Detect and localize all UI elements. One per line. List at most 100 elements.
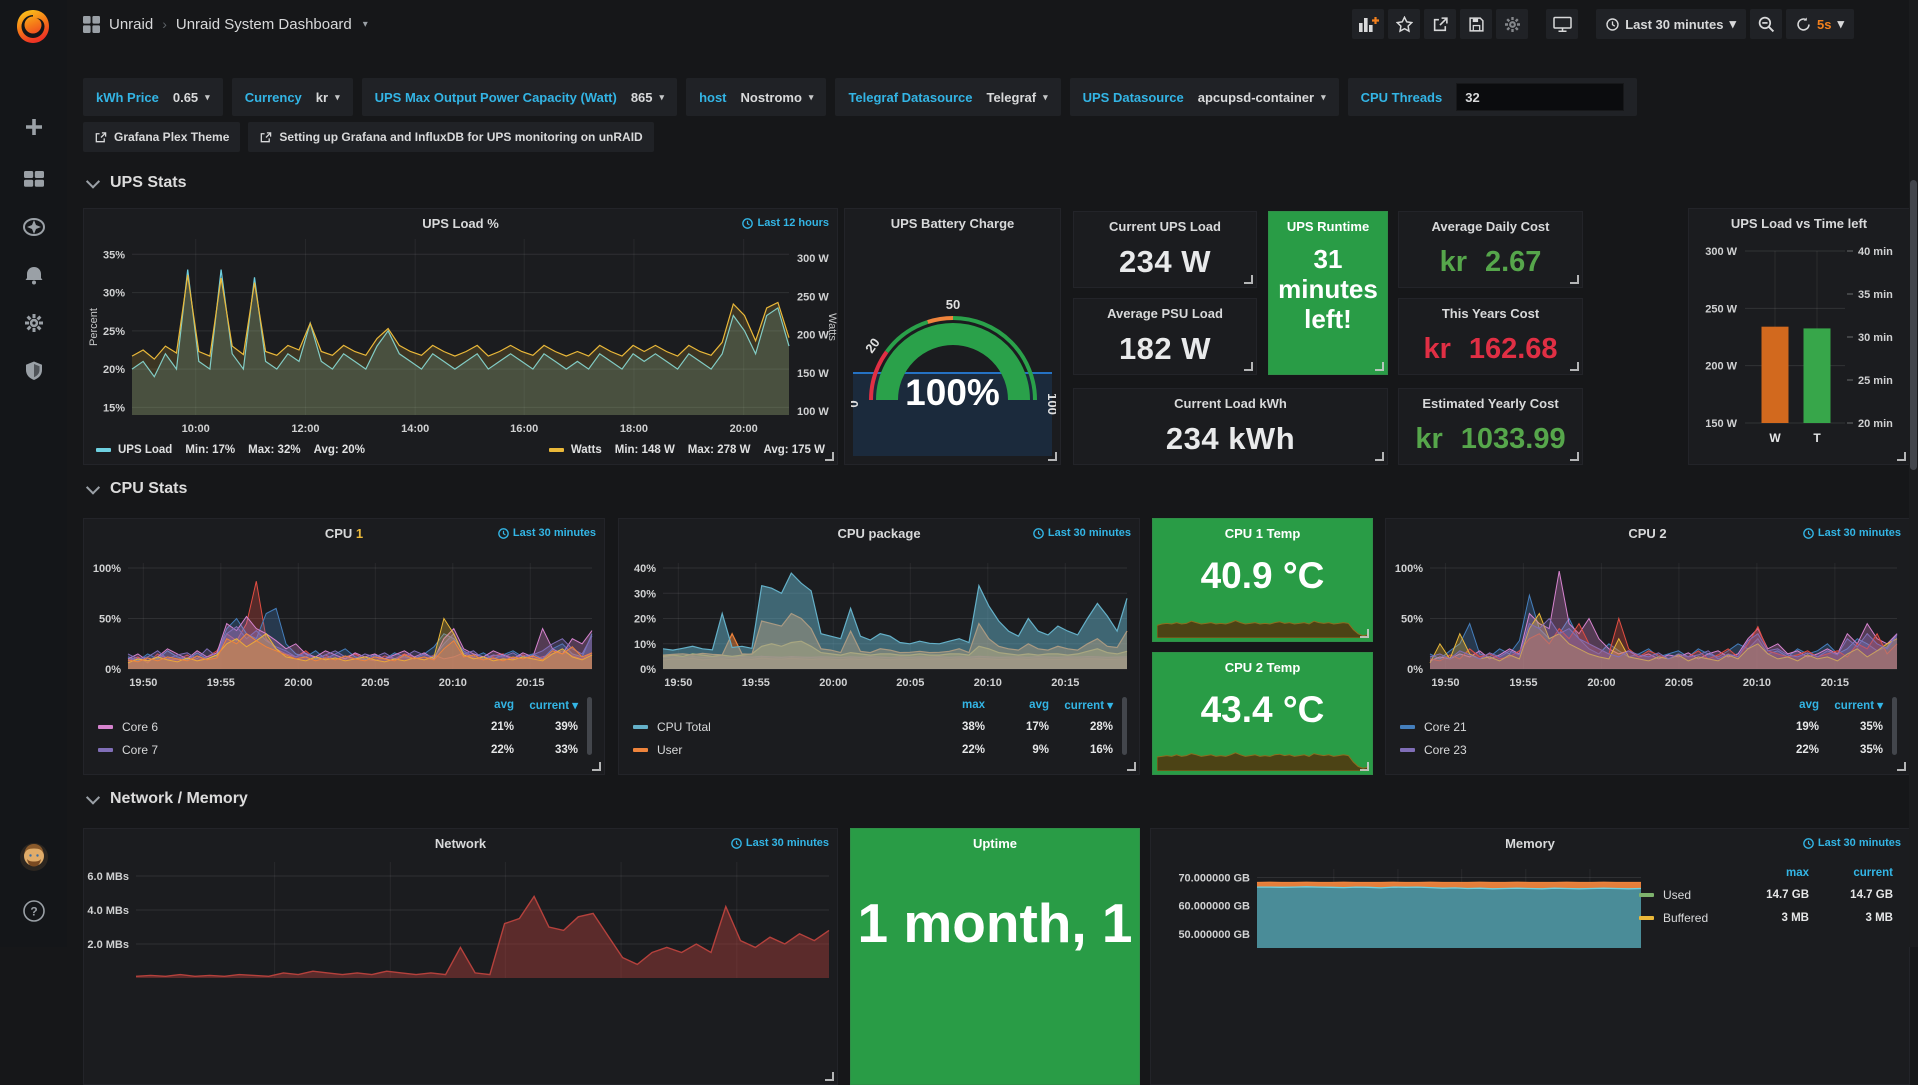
panel-resize-handle[interactable] [1570,362,1579,371]
save-button[interactable] [1460,9,1492,39]
ups-load-timeseries-chart[interactable]: 35%30%25%20%15%300 W250 W200 W150 W100 W… [84,209,837,464]
link-ups-monitoring-guide[interactable]: Setting up Grafana and InfluxDB for UPS … [248,122,653,152]
panel-title[interactable]: UPS Load vs Time left [1689,216,1909,231]
panel-resize-handle[interactable] [592,762,601,771]
sidebar-item-profile[interactable] [17,840,51,874]
sidebar-item-help[interactable]: ? [17,894,51,928]
grafana-logo[interactable] [12,6,54,48]
variable-value-dropdown[interactable]: apcupsd-container▾ [1198,90,1326,105]
panel-resize-handle[interactable] [1375,362,1384,371]
refresh-picker[interactable]: 5s ▾ [1786,9,1854,39]
panel-time-range-link[interactable]: Last 30 minutes [731,837,829,849]
link-grafana-plex-theme[interactable]: Grafana Plex Theme [83,122,240,152]
cycle-view-mode-button[interactable] [1546,9,1578,39]
breadcrumb-app[interactable]: Unraid [109,16,153,33]
time-range-picker[interactable]: Last 30 minutes ▾ [1596,9,1746,39]
panel-title[interactable]: Current UPS Load [1074,219,1256,234]
panel-resize-handle[interactable] [1244,362,1253,371]
panel-title[interactable]: CPU 1 Temp [1153,526,1372,541]
legend-sort-avg[interactable]: avg [985,699,1049,711]
variable-value-dropdown[interactable]: Telegraf▾ [986,90,1047,105]
network-timeseries-chart[interactable]: 6.0 MBs4.0 MBs2.0 MBs [84,829,837,1084]
legend-scrollbar[interactable] [1892,697,1897,755]
sidebar-item-explore[interactable] [17,210,51,244]
panel-title[interactable]: UPS Runtime [1269,219,1387,234]
legend-series-name[interactable]: Core 23 [1400,743,1755,757]
panel-resize-handle[interactable] [1360,762,1369,771]
panel-title[interactable]: Estimated Yearly Cost [1399,396,1582,411]
panel-title[interactable]: Average Daily Cost [1399,219,1582,234]
panel-title[interactable]: CPU 2 Temp [1153,660,1372,675]
section-cpu-stats[interactable]: CPU Stats [88,480,187,498]
panel-time-range-link[interactable]: Last 12 hours [742,217,829,229]
legend-series-name[interactable]: Used [1639,888,1725,902]
panel-resize-handle[interactable] [1127,762,1136,771]
legend-item[interactable]: WattsMin: 148 WMax: 278 WAvg: 175 W [549,444,825,456]
panel-resize-handle[interactable] [1570,275,1579,284]
section-ups-stats[interactable]: UPS Stats [88,174,186,192]
panel-title[interactable]: UPS Battery Charge [845,216,1060,231]
variable-value-dropdown[interactable]: 865▾ [631,90,664,105]
legend-sort-avg[interactable]: avg [1755,699,1819,711]
breadcrumb-dashboard-title[interactable]: Unraid System Dashboard [176,16,352,33]
legend-sort-current[interactable]: current ▾ [514,698,578,712]
chevron-down-icon[interactable]: ▾ [363,19,368,30]
panel-title[interactable]: Memory [1151,836,1909,851]
sidebar-item-create[interactable] [17,110,51,144]
panel-resize-handle[interactable] [1244,275,1253,284]
variable-value-dropdown[interactable]: 0.65▾ [173,90,210,105]
panel-resize-handle[interactable] [1360,629,1369,638]
panel-resize-handle[interactable] [1048,452,1057,461]
legend-sort-current[interactable]: current ▾ [1049,698,1113,712]
sidebar-item-server-admin[interactable] [17,354,51,388]
scrollbar-thumb[interactable] [1910,180,1917,470]
legend-scrollbar[interactable] [587,697,592,755]
panel-time-range-link[interactable]: Last 30 minutes [1033,527,1131,539]
panel-time-range-link[interactable]: Last 30 minutes [1803,527,1901,539]
panel-title[interactable]: This Years Cost [1399,306,1582,321]
zoom-out-button[interactable] [1750,9,1782,39]
panel-resize-handle[interactable] [1897,452,1906,461]
sidebar-item-dashboards[interactable] [17,162,51,196]
dashboard-settings-button[interactable] [1496,9,1528,39]
legend-series-name[interactable]: CPU Total [633,720,921,734]
add-panel-button[interactable] [1352,9,1384,39]
legend-item[interactable]: UPS LoadMin: 17%Max: 32%Avg: 20% [96,444,365,456]
panel-resize-handle[interactable] [825,452,834,461]
legend-sort-avg[interactable]: avg [450,699,514,711]
legend-series-name[interactable]: Buffered [1639,911,1725,925]
section-network-memory[interactable]: Network / Memory [88,790,248,808]
legend-series-name[interactable]: Core 7 [98,743,450,757]
legend-sort-max[interactable]: max [1725,867,1809,879]
panel-title[interactable]: Uptime [851,836,1139,851]
dashboard-grid-icon[interactable] [83,16,100,33]
panel-title[interactable]: UPS Load % [84,216,837,231]
sidebar-item-alerting[interactable] [17,258,51,292]
legend-sort-current[interactable]: current [1809,867,1893,879]
legend-scrollbar[interactable] [1122,697,1127,755]
compass-icon [23,216,45,238]
legend-sort-max[interactable]: max [921,699,985,711]
panel-title[interactable]: Average PSU Load [1074,306,1256,321]
panel-title[interactable]: Current Load kWh [1074,396,1387,411]
variable-value-dropdown[interactable]: kr▾ [316,90,340,105]
cpu-threads-input[interactable] [1456,83,1624,111]
panel-time-range-link[interactable]: Last 30 minutes [498,527,596,539]
panel-title[interactable]: Network [84,836,837,851]
page-scrollbar[interactable] [1909,0,1918,947]
star-button[interactable] [1388,9,1420,39]
svg-text:25%: 25% [103,326,125,338]
panel-resize-handle[interactable] [1375,452,1384,461]
variable-value-dropdown[interactable]: Nostromo▾ [741,90,814,105]
legend-sort-current[interactable]: current ▾ [1819,698,1883,712]
sidebar-item-configuration[interactable] [17,306,51,340]
panel-resize-handle[interactable] [1570,452,1579,461]
panel-resize-handle[interactable] [1897,762,1906,771]
panel-time-range-link[interactable]: Last 30 minutes [1803,837,1901,849]
legend-series-name[interactable]: Core 21 [1400,720,1755,734]
svg-text:10:00: 10:00 [182,423,210,435]
share-button[interactable] [1424,9,1456,39]
panel-resize-handle[interactable] [825,1072,834,1081]
legend-series-name[interactable]: User [633,743,921,757]
legend-series-name[interactable]: Core 6 [98,720,450,734]
